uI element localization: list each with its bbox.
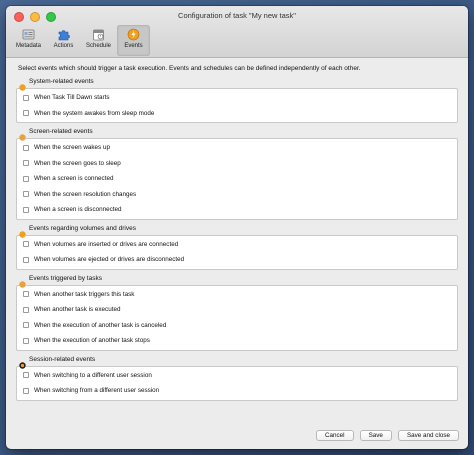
event-label: When the screen wakes up xyxy=(34,144,110,152)
event-label: When the execution of another task is ca… xyxy=(34,321,167,329)
tab-metadata-label: Metadata xyxy=(15,43,42,49)
checkbox[interactable] xyxy=(23,175,29,182)
tab-events[interactable]: Events xyxy=(117,25,150,56)
dialog-buttons: Cancel Save Save and close xyxy=(315,430,459,441)
save-and-close-button[interactable]: Save and close xyxy=(397,430,459,441)
event-label: When the screen goes to sleep xyxy=(34,159,121,167)
section-title: Events regarding volumes and drives xyxy=(29,224,136,232)
checkbox[interactable] xyxy=(23,372,29,379)
tab-events-label: Events xyxy=(124,43,143,49)
section-title: Screen-related events xyxy=(29,128,93,135)
event-option[interactable]: When the execution of another task stops xyxy=(17,333,457,349)
metadata-icon xyxy=(22,27,36,41)
section-tasks: Events triggered by tasks xyxy=(19,274,458,288)
calendar-icon xyxy=(92,27,106,41)
event-option[interactable]: When volumes are inserted or drives are … xyxy=(17,237,457,253)
window-title: Configuration of task "My new task" xyxy=(178,11,296,20)
event-option[interactable]: When the system awakes from sleep mode xyxy=(17,106,457,122)
system-icon xyxy=(19,78,26,91)
event-option[interactable]: When switching from a different user ses… xyxy=(17,383,457,399)
checkbox[interactable] xyxy=(23,337,29,344)
event-label: When the execution of another task stops xyxy=(34,337,150,345)
event-label: When the system awakes from sleep mode xyxy=(34,109,155,117)
checkbox[interactable] xyxy=(23,387,29,394)
puzzle-icon xyxy=(57,27,71,41)
save-button[interactable]: Save xyxy=(359,430,392,441)
checkbox[interactable] xyxy=(23,160,29,167)
tab-schedule[interactable]: Schedule xyxy=(82,25,115,56)
session-events-list: When switching to a different user sessi… xyxy=(16,365,458,401)
event-option[interactable]: When the screen resolution changes xyxy=(17,187,457,203)
tab-metadata[interactable]: Metadata xyxy=(12,25,45,56)
volume-events-list: When volumes are inserted or drives are … xyxy=(16,234,458,270)
event-label: When Task Till Dawn starts xyxy=(34,94,110,102)
tab-schedule-label: Schedule xyxy=(85,43,112,49)
section-session: Session-related events xyxy=(19,355,458,369)
section-volumes: Events regarding volumes and drives xyxy=(19,224,458,238)
checkbox[interactable] xyxy=(23,94,29,101)
section-title: Session-related events xyxy=(29,355,96,363)
titlebar: Configuration of task "My new task" Meta… xyxy=(6,6,468,58)
intro-text: Select events which should trigger a tas… xyxy=(18,65,361,72)
event-option[interactable]: When the screen goes to sleep xyxy=(17,156,457,172)
checkbox[interactable] xyxy=(23,306,29,313)
session-icon xyxy=(19,356,26,369)
config-window: Configuration of task "My new task" Meta… xyxy=(6,6,468,449)
event-option[interactable]: When another task triggers this task xyxy=(17,287,457,303)
event-option[interactable]: When another task is executed xyxy=(17,302,457,318)
event-option[interactable]: When the execution of another task is ca… xyxy=(17,318,457,334)
events-icon xyxy=(127,27,141,41)
task-icon xyxy=(19,275,26,288)
cancel-button[interactable]: Cancel xyxy=(315,430,354,441)
screen-events-list: When the screen wakes up When the screen… xyxy=(16,138,458,220)
section-screen: Screen-related events xyxy=(19,128,458,141)
event-option[interactable]: When a screen is connected xyxy=(17,171,457,187)
event-label: When another task is executed xyxy=(34,306,121,314)
section-title: Events triggered by tasks xyxy=(29,274,102,282)
checkbox[interactable] xyxy=(23,241,29,248)
event-label: When the screen resolution changes xyxy=(34,190,137,198)
section-title: System-related events xyxy=(29,78,94,85)
tab-actions[interactable]: Actions xyxy=(47,25,80,56)
drive-icon xyxy=(19,225,26,238)
event-label: When volumes are inserted or drives are … xyxy=(34,240,179,248)
event-option[interactable]: When Task Till Dawn starts xyxy=(17,90,457,106)
checkbox[interactable] xyxy=(23,291,29,298)
section-system: System-related events xyxy=(19,78,458,91)
task-events-list: When another task triggers this task Whe… xyxy=(16,284,458,351)
event-label: When volumes are ejected or drives are d… xyxy=(34,256,185,264)
checkbox[interactable] xyxy=(23,206,29,213)
events-panel: Select events which should trigger a tas… xyxy=(6,58,468,401)
event-option[interactable]: When switching to a different user sessi… xyxy=(17,368,457,384)
event-label: When switching to a different user sessi… xyxy=(34,371,152,379)
checkbox[interactable] xyxy=(23,322,29,329)
checkbox[interactable] xyxy=(23,110,29,117)
event-option[interactable]: When volumes are ejected or drives are d… xyxy=(17,252,457,268)
toolbar: Metadata Actions Schedule Events xyxy=(12,25,150,56)
event-label: When a screen is connected xyxy=(34,175,114,183)
tab-actions-label: Actions xyxy=(53,43,74,49)
checkbox[interactable] xyxy=(23,256,29,263)
event-option[interactable]: When a screen is disconnected xyxy=(17,202,457,218)
system-events-list: When Task Till Dawn starts When the syst… xyxy=(16,88,458,123)
checkbox[interactable] xyxy=(23,144,29,151)
event-label: When a screen is disconnected xyxy=(34,206,122,214)
event-label: When switching from a different user ses… xyxy=(34,387,160,395)
event-option[interactable]: When the screen wakes up xyxy=(17,140,457,156)
event-label: When another task triggers this task xyxy=(34,290,135,298)
screen-icon xyxy=(19,128,26,141)
checkbox[interactable] xyxy=(23,191,29,198)
